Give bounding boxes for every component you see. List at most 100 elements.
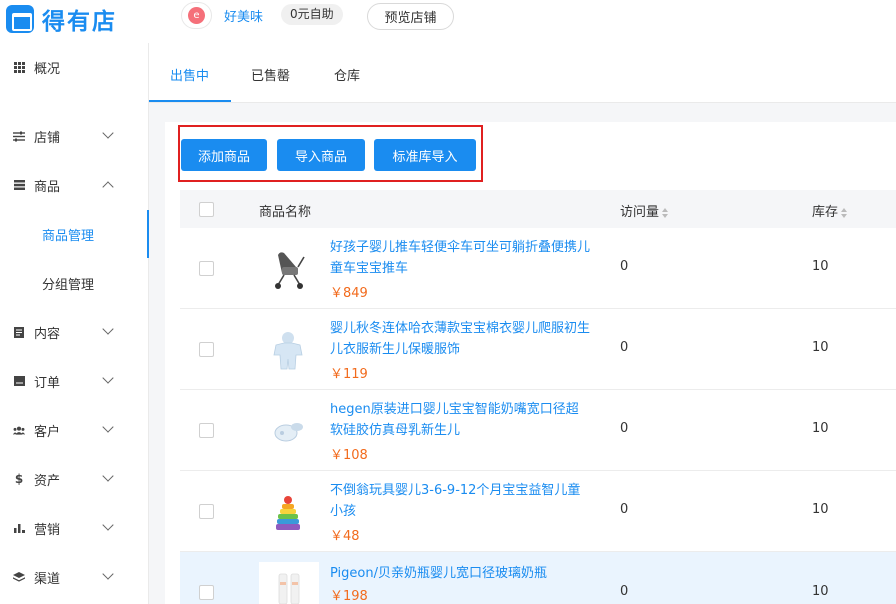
sidebar-item-shop[interactable]: 店铺 bbox=[0, 116, 149, 156]
sliders-icon bbox=[13, 130, 25, 142]
row-checkbox[interactable] bbox=[199, 342, 214, 357]
row-checkbox[interactable] bbox=[199, 423, 214, 438]
brand-name: 得有店 bbox=[42, 9, 117, 35]
sidebar-item-label: 订单 bbox=[34, 375, 61, 391]
select-all-checkbox[interactable] bbox=[199, 202, 214, 217]
chevron-up-icon bbox=[102, 181, 114, 193]
product-thumbnail[interactable] bbox=[260, 485, 316, 541]
brand-logo[interactable]: 得有店 bbox=[6, 2, 117, 36]
add-product-button[interactable]: 添加商品 bbox=[181, 139, 267, 171]
layers-icon bbox=[13, 571, 25, 583]
sidebar-item-assets[interactable]: $ 资产 bbox=[0, 459, 149, 499]
tab-sold-out[interactable]: 已售罄 bbox=[251, 65, 290, 84]
sidebar-item-marketing[interactable]: 营销 bbox=[0, 508, 149, 548]
import-product-button[interactable]: 导入商品 bbox=[277, 139, 365, 171]
bar-chart-icon bbox=[13, 522, 25, 534]
chevron-down-icon bbox=[102, 372, 114, 384]
receipt-icon bbox=[13, 375, 25, 387]
sidebar-item-label: 营销 bbox=[34, 522, 61, 538]
tab-warehouse[interactable]: 仓库 bbox=[334, 65, 360, 84]
sidebar-item-label: 概况 bbox=[34, 61, 61, 77]
stock-cell: 10 bbox=[812, 584, 829, 599]
header-visits-label: 访问量 bbox=[620, 205, 660, 220]
sidebar-item-label: 资产 bbox=[34, 473, 61, 489]
sidebar-item-content[interactable]: 内容 bbox=[0, 312, 149, 352]
sidebar-subitem-label: 分组管理 bbox=[42, 277, 95, 293]
sidebar-item-label: 渠道 bbox=[34, 571, 61, 587]
product-name-link[interactable]: Pigeon/贝亲奶瓶婴儿宽口径玻璃奶瓶 bbox=[330, 563, 590, 584]
table-row[interactable]: 婴儿秋冬连体哈衣薄款宝宝棉衣婴儿爬服初生儿衣服新生儿保暖服饰 ￥119 0 10 bbox=[180, 309, 896, 390]
tab-on-sale[interactable]: 出售中 bbox=[170, 65, 209, 84]
sidebar: 概况 店铺 商品 商品管理 分组管理 内容 订单 客户 $ 资产 营销 渠道 bbox=[0, 43, 149, 604]
product-price: ￥849 bbox=[330, 286, 368, 301]
chevron-down-icon bbox=[102, 421, 114, 433]
product-thumbnail[interactable] bbox=[259, 562, 319, 604]
header-visits[interactable]: 访问量 bbox=[620, 201, 669, 220]
visits-cell: 0 bbox=[620, 584, 629, 599]
store-icon bbox=[6, 5, 34, 33]
row-checkbox[interactable] bbox=[199, 261, 214, 276]
baby-suit-icon bbox=[273, 332, 303, 370]
sidebar-item-products[interactable]: 商品 bbox=[0, 165, 149, 205]
stock-cell: 10 bbox=[812, 421, 829, 436]
product-name-link[interactable]: 不倒翁玩具婴儿3-6-9-12个月宝宝益智儿童小孩 bbox=[330, 480, 590, 522]
list-icon bbox=[13, 179, 25, 191]
stock-cell: 10 bbox=[812, 259, 829, 274]
shop-name[interactable]: 好美味 bbox=[224, 6, 263, 25]
users-icon bbox=[13, 424, 25, 436]
sidebar-item-label: 商品 bbox=[34, 179, 61, 195]
row-checkbox[interactable] bbox=[199, 504, 214, 519]
chevron-down-icon bbox=[102, 323, 114, 335]
sort-icon bbox=[841, 207, 848, 218]
product-name-link[interactable]: 好孩子婴儿推车轻便伞车可坐可躺折叠便携儿童车宝宝推车 bbox=[330, 237, 590, 279]
top-bar: 得有店 e 好美味 0元自助 预览店铺 bbox=[0, 0, 896, 36]
pacifier-icon bbox=[274, 423, 303, 442]
product-price: ￥108 bbox=[330, 448, 368, 463]
document-icon bbox=[13, 326, 25, 338]
sidebar-item-orders[interactable]: 订单 bbox=[0, 361, 149, 401]
header-product-name: 商品名称 bbox=[259, 205, 312, 220]
grid-icon bbox=[13, 61, 25, 73]
plan-badge: 0元自助 bbox=[281, 4, 343, 25]
sidebar-subitem-group-management[interactable]: 分组管理 bbox=[0, 259, 149, 307]
table-row[interactable]: Pigeon/贝亲奶瓶婴儿宽口径玻璃奶瓶 ￥198 0 10 bbox=[180, 552, 896, 604]
sidebar-item-label: 内容 bbox=[34, 326, 61, 342]
sidebar-subitem-product-management[interactable]: 商品管理 bbox=[0, 210, 149, 258]
sidebar-item-customers[interactable]: 客户 bbox=[0, 410, 149, 450]
header-stock-label: 库存 bbox=[812, 205, 839, 220]
stock-cell: 10 bbox=[812, 502, 829, 517]
sidebar-item-channels[interactable]: 渠道 bbox=[0, 557, 149, 597]
product-thumbnail[interactable] bbox=[260, 323, 316, 379]
stacking-toy-icon bbox=[276, 496, 300, 530]
preview-shop-button[interactable]: 预览店铺 bbox=[367, 3, 454, 30]
visits-cell: 0 bbox=[620, 421, 629, 436]
visits-cell: 0 bbox=[620, 259, 629, 274]
product-price: ￥198 bbox=[330, 589, 368, 604]
product-name-link[interactable]: 婴儿秋冬连体哈衣薄款宝宝棉衣婴儿爬服初生儿衣服新生儿保暖服饰 bbox=[330, 318, 590, 360]
sidebar-subitem-label: 商品管理 bbox=[42, 228, 95, 244]
table-row[interactable]: 好孩子婴儿推车轻便伞车可坐可躺折叠便携儿童车宝宝推车 ￥849 0 10 bbox=[180, 228, 896, 309]
table-row[interactable]: 不倒翁玩具婴儿3-6-9-12个月宝宝益智儿童小孩 ￥48 0 10 bbox=[180, 471, 896, 552]
baby-bottle-icon bbox=[278, 573, 300, 604]
shop-avatar-icon: e bbox=[188, 7, 205, 24]
active-tab-indicator bbox=[149, 100, 231, 102]
product-price: ￥119 bbox=[330, 367, 368, 382]
product-thumbnail[interactable] bbox=[260, 242, 316, 298]
product-name-link[interactable]: hegen原装进口婴儿宝宝智能奶嘴宽口径超软硅胶仿真母乳新生儿 bbox=[330, 399, 590, 441]
chevron-down-icon bbox=[102, 519, 114, 531]
chevron-down-icon bbox=[102, 568, 114, 580]
shop-avatar[interactable]: e bbox=[181, 2, 212, 29]
dollar-icon: $ bbox=[14, 472, 24, 486]
product-tabs: 出售中 已售罄 仓库 bbox=[149, 43, 896, 103]
visits-cell: 0 bbox=[620, 502, 629, 517]
sort-icon bbox=[662, 207, 669, 218]
product-thumbnail[interactable] bbox=[260, 404, 316, 460]
sidebar-item-overview[interactable]: 概况 bbox=[0, 47, 149, 87]
table-header: 商品名称 访问量 库存 bbox=[180, 190, 896, 228]
sidebar-item-label: 店铺 bbox=[34, 130, 61, 146]
table-row[interactable]: hegen原装进口婴儿宝宝智能奶嘴宽口径超软硅胶仿真母乳新生儿 ￥108 0 1… bbox=[180, 390, 896, 471]
standard-library-import-button[interactable]: 标准库导入 bbox=[374, 139, 476, 171]
sidebar-item-label: 客户 bbox=[34, 424, 61, 440]
header-stock[interactable]: 库存 bbox=[812, 201, 848, 220]
row-checkbox[interactable] bbox=[199, 585, 214, 600]
